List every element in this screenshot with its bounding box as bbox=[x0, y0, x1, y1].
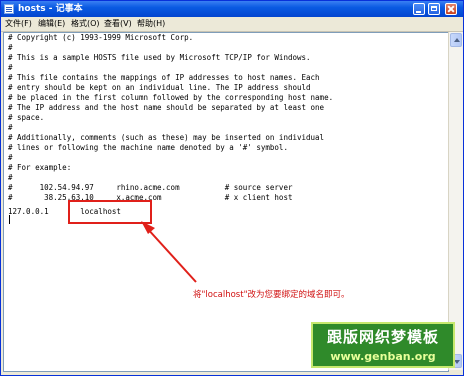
annotation-text: 将"localhost"改为您要绑定的域名即可。 bbox=[193, 290, 350, 300]
text-line: # Copyright (c) 1993-1999 Microsoft Corp… bbox=[8, 33, 194, 42]
menu-format[interactable]: 格式(O) bbox=[71, 18, 100, 30]
menu-file[interactable]: 文件(F) bbox=[5, 18, 32, 30]
notepad-icon bbox=[4, 4, 14, 14]
text-line: # bbox=[8, 173, 13, 182]
menu-view[interactable]: 查看(V) bbox=[104, 18, 132, 30]
menu-bar: 文件(F) 编辑(E) 格式(O) 查看(V) 帮助(H) bbox=[1, 17, 463, 32]
watermark-url: www.genban.org bbox=[330, 350, 436, 363]
watermark-logo: 跟版网织梦模板 www.genban.org bbox=[311, 322, 455, 368]
window-title: hosts - 记事本 bbox=[18, 4, 83, 14]
title-bar[interactable]: hosts - 记事本 bbox=[1, 1, 463, 17]
watermark-title: 跟版网织梦模板 bbox=[326, 328, 439, 346]
vertical-scrollbar[interactable] bbox=[448, 32, 463, 370]
text-line: # bbox=[8, 43, 13, 52]
highlight-box bbox=[68, 200, 152, 224]
text-line: # lines or following the machine name de… bbox=[8, 143, 288, 152]
text-line: # bbox=[8, 153, 13, 162]
text-line: # For example: bbox=[8, 163, 72, 172]
text-line: # space. bbox=[8, 113, 45, 122]
text-line: # The IP address and the host name shoul… bbox=[8, 103, 325, 112]
notepad-window: hosts - 记事本 文件(F) 编辑(E) 格式(O) 查看(V) 帮助(H… bbox=[0, 0, 464, 376]
menu-help[interactable]: 帮助(H) bbox=[137, 18, 165, 30]
text-caret bbox=[9, 215, 10, 224]
close-button[interactable] bbox=[445, 3, 457, 15]
scroll-up-arrow-icon[interactable] bbox=[450, 33, 462, 47]
text-line: # entry should be kept on an individual … bbox=[8, 83, 311, 92]
text-line: # This file contains the mappings of IP … bbox=[8, 73, 320, 82]
text-line: # bbox=[8, 123, 13, 132]
minimize-button[interactable] bbox=[413, 3, 425, 15]
text-line: # Additionally, comments (such as these)… bbox=[8, 133, 325, 142]
text-line: # bbox=[8, 63, 13, 72]
text-line: # This is a sample HOSTS file used by Mi… bbox=[8, 53, 311, 62]
text-line: # 102.54.94.97 rhino.acme.com # source s… bbox=[8, 183, 293, 192]
maximize-button[interactable] bbox=[428, 3, 440, 15]
text-line: # be placed in the first column followed… bbox=[8, 93, 334, 102]
menu-edit[interactable]: 编辑(E) bbox=[38, 18, 65, 30]
